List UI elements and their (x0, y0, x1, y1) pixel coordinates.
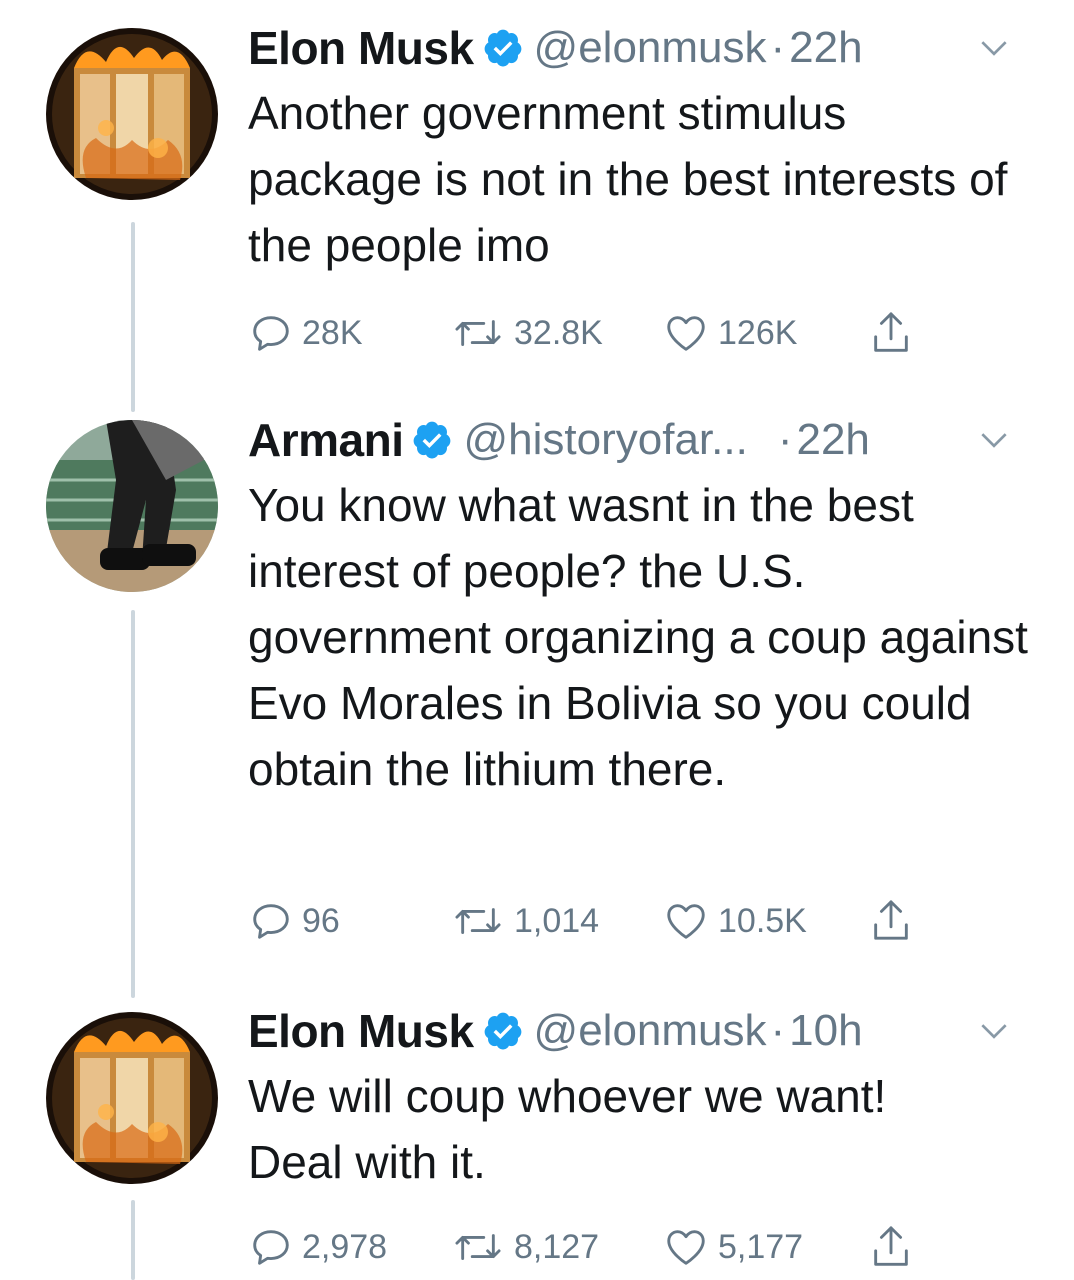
retweet-button[interactable]: 8,127 (450, 1222, 599, 1272)
author-handle[interactable]: @elonmusk (534, 23, 767, 73)
verified-badge-icon (411, 419, 453, 461)
avatar-image (46, 420, 218, 592)
retweet-button[interactable]: 1,014 (450, 896, 599, 946)
retweet-count: 1,014 (514, 901, 600, 940)
thread-line (131, 1200, 135, 1280)
retweet-button[interactable]: 32.8K (450, 308, 603, 358)
like-count: 10.5K (718, 901, 807, 940)
tweet-actions: 2,978 8,127 5,177 (248, 1222, 948, 1272)
reply-icon (253, 1230, 289, 1265)
separator-dot: · (770, 1006, 786, 1055)
tweet-header: Armani @historyofar... · 22h (248, 412, 1044, 468)
heart-icon (667, 1230, 705, 1265)
reply-button[interactable]: 28K (248, 308, 363, 358)
tweet-text: We will coup whoever we want! Deal with … (248, 1070, 887, 1188)
thread-line (131, 610, 135, 998)
thread-line (131, 222, 135, 412)
avatar[interactable] (46, 28, 218, 200)
timestamp[interactable]: 22h (796, 415, 869, 465)
tweet-header: Elon Musk @elonmusk · 10h (248, 1003, 1044, 1059)
reply-count: 28K (302, 313, 363, 352)
verified-badge-icon (482, 1010, 524, 1052)
timestamp[interactable]: 10h (789, 1006, 862, 1056)
retweet-icon (455, 1234, 501, 1260)
reply-icon (253, 316, 289, 351)
separator-dot: · (770, 23, 786, 72)
like-button[interactable]: 5,177 (662, 1222, 803, 1272)
verified-badge-icon (482, 27, 524, 69)
reply-count: 96 (302, 901, 340, 940)
retweet-count: 8,127 (514, 1227, 600, 1266)
chevron-down-icon[interactable] (974, 28, 1014, 68)
tweet-text: Another government stimulus package is n… (248, 87, 1008, 271)
share-icon (874, 1226, 908, 1266)
author-name[interactable]: Elon Musk (248, 1004, 474, 1058)
author-handle[interactable]: @elonmusk (534, 1006, 767, 1056)
author-name[interactable]: Armani (248, 413, 404, 467)
avatar[interactable] (46, 1012, 218, 1184)
chevron-down-icon[interactable] (974, 420, 1014, 460)
reply-count: 2,978 (302, 1227, 388, 1266)
tweet-text: You know what wasnt in the best interest… (248, 479, 1028, 795)
tweet-header: Elon Musk @elonmusk · 22h (248, 20, 1044, 76)
reply-button[interactable]: 2,978 (248, 1222, 387, 1272)
share-button[interactable] (868, 1222, 914, 1272)
share-button[interactable] (868, 308, 914, 358)
author-handle[interactable]: @historyofar... (463, 415, 747, 465)
retweet-icon (455, 320, 501, 346)
reply-button[interactable]: 96 (248, 896, 340, 946)
avatar-image (46, 1012, 218, 1184)
heart-icon (667, 904, 705, 939)
author-name[interactable]: Elon Musk (248, 21, 474, 75)
share-button[interactable] (868, 896, 914, 946)
tweet-actions: 28K 32.8K 126K (248, 308, 948, 358)
chevron-down-icon[interactable] (974, 1011, 1014, 1051)
like-count: 126K (718, 313, 798, 352)
like-button[interactable]: 10.5K (662, 896, 807, 946)
share-icon (874, 900, 908, 940)
reply-icon (253, 904, 289, 939)
share-icon (874, 312, 908, 352)
like-count: 5,177 (718, 1227, 804, 1266)
timestamp[interactable]: 22h (789, 23, 862, 73)
retweet-icon (455, 908, 501, 934)
heart-icon (667, 316, 705, 351)
retweet-count: 32.8K (514, 313, 603, 352)
avatar[interactable] (46, 420, 218, 592)
like-button[interactable]: 126K (662, 308, 797, 358)
avatar-image (46, 28, 218, 200)
separator-dot: · (777, 415, 793, 464)
tweet-actions: 96 1,014 10.5K (248, 896, 948, 946)
